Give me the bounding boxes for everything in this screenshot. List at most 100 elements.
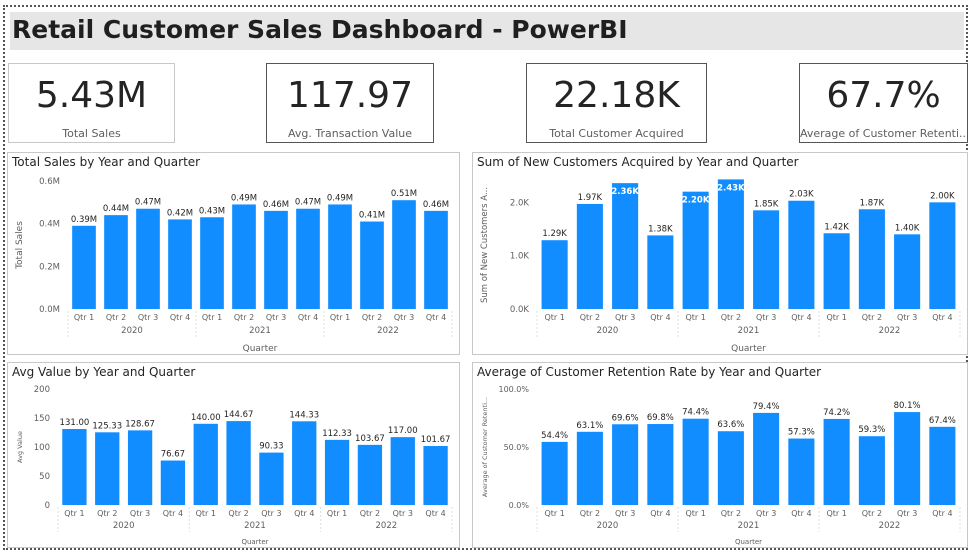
y-tick-label: 0.2M [39, 262, 60, 272]
year-label: 2020 [597, 521, 619, 531]
x-tick-label: Qtr 3 [138, 313, 158, 322]
kpi-card-total-sales[interactable]: 5.43M Total Sales [8, 63, 175, 143]
year-label: 2021 [738, 326, 760, 336]
bar [682, 191, 709, 309]
x-tick-label: Qtr 4 [791, 509, 811, 518]
y-tick-label: 0 [45, 501, 50, 511]
bar [929, 426, 956, 505]
data-label: 101.67 [421, 435, 451, 445]
data-label: 0.49M [231, 193, 257, 203]
data-label: 57.3% [788, 428, 815, 438]
year-label: 2020 [113, 521, 135, 531]
data-label: 1.85K [754, 199, 779, 209]
x-tick-label: Qtr 3 [756, 313, 776, 322]
x-tick-label: Qtr 3 [897, 313, 917, 322]
y-tick-label: 50 [39, 472, 50, 482]
x-tick-label: Qtr 1 [685, 509, 705, 518]
x-tick-label: Qtr 4 [294, 509, 314, 518]
x-tick-label: Qtr 3 [261, 509, 281, 518]
bar [788, 200, 815, 309]
data-label: 90.33 [259, 442, 283, 452]
chart-total-sales[interactable]: Total Sales by Year and Quarter 0.0M 0.2M… [7, 152, 460, 355]
x-tick-label: Qtr 2 [228, 509, 248, 518]
data-label: 0.39M [71, 215, 97, 225]
bar [929, 202, 956, 309]
data-label: 117.00 [388, 426, 418, 436]
x-tick-label: Qtr 3 [266, 313, 286, 322]
x-tick-label: Qtr 4 [791, 313, 811, 322]
x-tick-label: Qtr 1 [196, 509, 216, 518]
kpi-card-avg-transaction[interactable]: 117.97 Avg. Transaction Value [266, 63, 434, 143]
bar [424, 210, 448, 309]
chart-retention-rate[interactable]: Average of Customer Retention Rate by Ye… [472, 362, 968, 548]
data-label: 76.67 [161, 450, 185, 460]
kpi-label: Average of Customer Retenti... [800, 127, 968, 140]
bar [324, 439, 350, 505]
data-label: 0.51M [391, 189, 417, 199]
bar [894, 234, 921, 309]
x-tick-label: Qtr 1 [544, 509, 564, 518]
title-bar: Retail Customer Sales Dashboard - PowerB… [10, 12, 964, 50]
x-axis-label: Quarter [735, 538, 762, 546]
year-label: 2020 [121, 326, 143, 336]
bar [858, 209, 885, 309]
data-label: 0.46M [423, 200, 449, 210]
x-tick-label: Qtr 1 [202, 313, 222, 322]
x-tick-label: Qtr 2 [580, 509, 600, 518]
bar [576, 431, 603, 505]
bar [823, 418, 850, 505]
bar [168, 219, 192, 309]
data-label: 63.6% [717, 420, 744, 430]
bar [823, 233, 850, 309]
bar [62, 429, 87, 505]
bar [292, 421, 317, 505]
y-axis-label: Sum of New Customers A... [480, 187, 490, 303]
x-tick-label: Qtr 2 [234, 313, 254, 322]
x-tick-label: Qtr 1 [330, 313, 350, 322]
bar [160, 460, 186, 505]
chart-svg: 0.0% 50.0% 100.0% Average of Customer Reten… [481, 385, 961, 546]
bar [894, 412, 921, 505]
y-axis-label: Avg Value [16, 431, 24, 463]
kpi-card-customers-acquired[interactable]: 22.18K Total Customer Acquired [526, 63, 707, 143]
year-label: 2022 [377, 326, 399, 336]
y-tick-label: 0.0M [39, 305, 60, 315]
data-label: 0.42M [167, 208, 193, 218]
chart-avg-value[interactable]: Avg Value by Year and Quarter 0 50 100 150 2… [7, 362, 460, 548]
year-label: 2021 [738, 521, 760, 531]
bar [390, 437, 415, 505]
data-label: 69.8% [647, 413, 674, 423]
data-label: 0.41M [359, 211, 385, 221]
x-tick-label: Qtr 4 [426, 313, 446, 322]
data-label: 128.67 [125, 419, 155, 429]
chart-svg: 0.0M 0.2M 0.4M 0.6M Total Sales 0.39M Qtr 1 0.4… [15, 177, 453, 354]
kpi-label: Avg. Transaction Value [288, 127, 412, 140]
data-label: 0.43M [199, 206, 225, 216]
y-tick-label: 50.0% [504, 443, 530, 452]
x-tick-label: Qtr 4 [298, 313, 318, 322]
data-label: 74.4% [682, 408, 709, 418]
y-axis-label: Average of Customer Retenti... [481, 397, 489, 497]
data-label: 2.00K [930, 191, 955, 201]
bar [357, 444, 383, 505]
data-label: 54.4% [541, 431, 568, 441]
kpi-value: 67.7% [826, 75, 941, 116]
x-tick-label: Qtr 2 [721, 509, 741, 518]
x-tick-label: Qtr 4 [170, 313, 190, 322]
data-label: 0.47M [135, 198, 161, 208]
data-label: 103.67 [355, 434, 385, 444]
bar [72, 225, 96, 309]
x-tick-label: Qtr 3 [394, 313, 414, 322]
data-label: 0.49M [327, 193, 353, 203]
y-tick-label: 100.0% [498, 385, 529, 394]
data-label: 67.4% [929, 416, 956, 426]
x-tick-label: Qtr 4 [650, 509, 670, 518]
x-tick-label: Qtr 4 [932, 509, 952, 518]
kpi-card-retention[interactable]: 67.7% Average of Customer Retenti... [799, 63, 968, 143]
chart-new-customers[interactable]: Sum of New Customers Acquired by Year an… [472, 152, 968, 355]
bar [232, 204, 256, 309]
x-tick-label: Qtr 1 [826, 313, 846, 322]
x-axis-label: Quarter [241, 538, 268, 546]
bar [647, 235, 674, 309]
data-label: 74.2% [823, 408, 850, 418]
